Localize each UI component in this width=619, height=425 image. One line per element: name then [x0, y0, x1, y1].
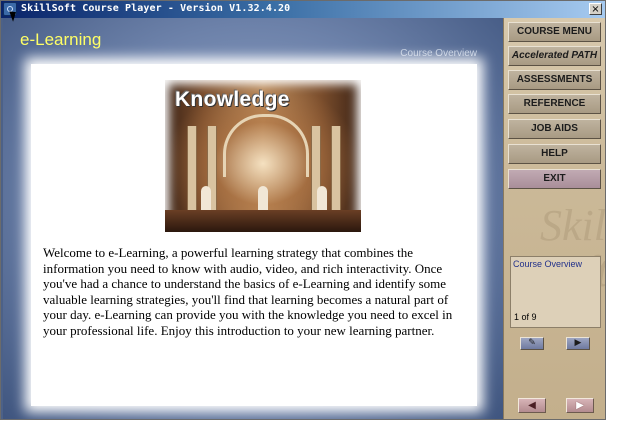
play-button[interactable]: ▶ — [566, 337, 590, 350]
exit-button[interactable]: EXIT — [508, 169, 601, 189]
arch-shape — [223, 114, 309, 177]
pencil-icon: ✎ — [528, 338, 536, 348]
course-menu-button[interactable]: COURSE MENU — [508, 22, 601, 42]
pillar — [187, 126, 197, 214]
pillar — [331, 126, 341, 214]
back-arrow-icon: ◀ — [528, 400, 536, 411]
progress-panel: Course Overview 1 of 9 — [510, 256, 601, 328]
floor — [165, 210, 361, 232]
back-button[interactable]: ◀ — [518, 398, 546, 413]
intro-text: Welcome to e-Learning, a powerful learni… — [43, 245, 453, 338]
reference-button[interactable]: REFERENCE — [508, 94, 601, 114]
window-title: SkillSoft Course Player - Version V1.32.… — [21, 3, 291, 14]
library-image: Knowledge — [165, 80, 361, 232]
title-bar[interactable]: SkillSoft Course Player - Version V1.32.… — [1, 1, 605, 18]
main-panel: e-Learning Course Overview Knowledge Wel… — [3, 18, 503, 419]
course-player-window: SkillSoft Course Player - Version V1.32.… — [0, 0, 606, 420]
close-button[interactable]: × — [589, 3, 602, 15]
accelerated-path-button[interactable]: Accelerated PATH — [508, 46, 601, 66]
next-arrow-icon: ▶ — [576, 400, 584, 411]
progress-section-label: Course Overview — [513, 259, 583, 269]
next-button[interactable]: ▶ — [566, 398, 594, 413]
page-title: e-Learning — [20, 30, 102, 49]
statue — [201, 186, 211, 212]
help-button[interactable]: HELP — [508, 144, 601, 164]
section-label: Course Overview — [400, 48, 477, 59]
statue — [258, 186, 268, 212]
job-aids-button[interactable]: JOB AIDS — [508, 119, 601, 139]
assessments-button[interactable]: ASSESSMENTS — [508, 70, 601, 90]
content-area: Knowledge Welcome to e-Learning, a power… — [31, 64, 477, 406]
sidebar: Skill Soft COURSE MENU Accelerated PATH … — [503, 18, 605, 419]
play-icon: ▶ — [574, 338, 582, 348]
image-caption: Knowledge — [175, 88, 290, 111]
page-counter: 1 of 9 — [514, 312, 537, 322]
notes-button[interactable]: ✎ — [520, 337, 544, 350]
statue — [317, 186, 327, 212]
